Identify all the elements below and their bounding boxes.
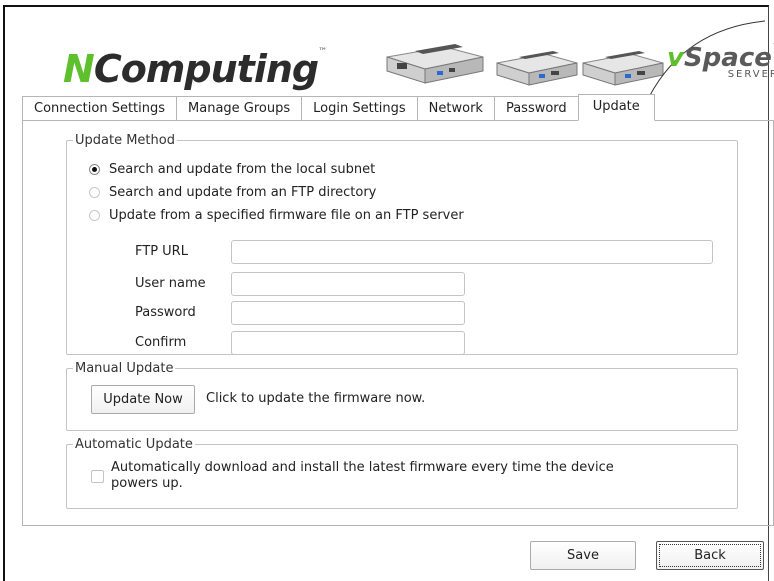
auto-update-label-line2: powers up. bbox=[111, 476, 183, 491]
logo-text: Computing bbox=[93, 47, 319, 91]
tab-connection-settings[interactable]: Connection Settings bbox=[22, 96, 177, 120]
confirm-password-input[interactable] bbox=[231, 331, 465, 355]
vspace-v: v bbox=[667, 43, 684, 73]
ftp-url-input[interactable] bbox=[231, 240, 713, 264]
tab-bar: Connection Settings Manage Groups Login … bbox=[22, 94, 655, 121]
device-images bbox=[386, 44, 664, 86]
tab-update[interactable]: Update bbox=[577, 94, 655, 121]
radio-local-subnet[interactable]: Search and update from the local subnet bbox=[89, 160, 375, 178]
user-name-input[interactable] bbox=[231, 272, 465, 296]
password-input[interactable] bbox=[231, 301, 465, 325]
ftp-url-label: FTP URL bbox=[135, 244, 188, 259]
auto-update-label: Automatically download and install the l… bbox=[111, 460, 614, 492]
auto-update-label-line1: Automatically download and install the l… bbox=[111, 460, 614, 475]
back-button[interactable]: Back bbox=[656, 541, 764, 570]
auto-update-checkbox[interactable] bbox=[91, 470, 104, 483]
password-label: Password bbox=[135, 305, 196, 320]
update-method-group: Update Method Search and update from the… bbox=[66, 133, 738, 355]
radio-local-subnet-label: Search and update from the local subnet bbox=[109, 161, 376, 177]
logo-n: N bbox=[63, 47, 95, 91]
radio-ftp-directory-label: Search and update from an FTP directory bbox=[109, 184, 377, 200]
tab-password[interactable]: Password bbox=[493, 96, 578, 120]
device-image-1 bbox=[386, 44, 484, 84]
manual-update-description: Click to update the firmware now. bbox=[206, 391, 426, 406]
ncomputing-logo: NComputing™ bbox=[63, 47, 327, 91]
radio-selected-indicator[interactable] bbox=[89, 163, 100, 175]
confirm-label: Confirm bbox=[135, 335, 187, 350]
logo-trademark: ™ bbox=[318, 47, 327, 57]
manual-update-legend: Manual Update bbox=[75, 361, 174, 376]
radio-ftp-firmware-file-label: Update from a specified firmware file on… bbox=[109, 207, 464, 223]
manual-update-group: Manual Update Update Now Click to update… bbox=[66, 361, 738, 431]
update-now-button[interactable]: Update Now bbox=[91, 385, 195, 414]
automatic-update-legend: Automatic Update bbox=[75, 437, 193, 452]
tab-manage-groups[interactable]: Manage Groups bbox=[176, 96, 302, 120]
save-button[interactable]: Save bbox=[530, 541, 636, 570]
vspace-server-logo: vSpace™ SERVER bbox=[667, 43, 774, 80]
device-image-2 bbox=[496, 51, 578, 86]
radio-ftp-firmware-file[interactable]: Update from a specified firmware file on… bbox=[89, 206, 464, 224]
automatic-update-group: Automatic Update Automatically download … bbox=[66, 437, 738, 509]
radio-unselected-indicator[interactable] bbox=[89, 186, 100, 198]
radio-ftp-directory[interactable]: Search and update from an FTP directory bbox=[89, 183, 376, 201]
tab-login-settings[interactable]: Login Settings bbox=[301, 96, 417, 120]
tab-network[interactable]: Network bbox=[416, 96, 494, 120]
radio-unselected-indicator[interactable] bbox=[89, 209, 100, 221]
user-name-label: User name bbox=[135, 276, 206, 291]
update-method-legend: Update Method bbox=[75, 133, 175, 148]
update-tab-panel: Update Method Search and update from the… bbox=[22, 120, 774, 526]
